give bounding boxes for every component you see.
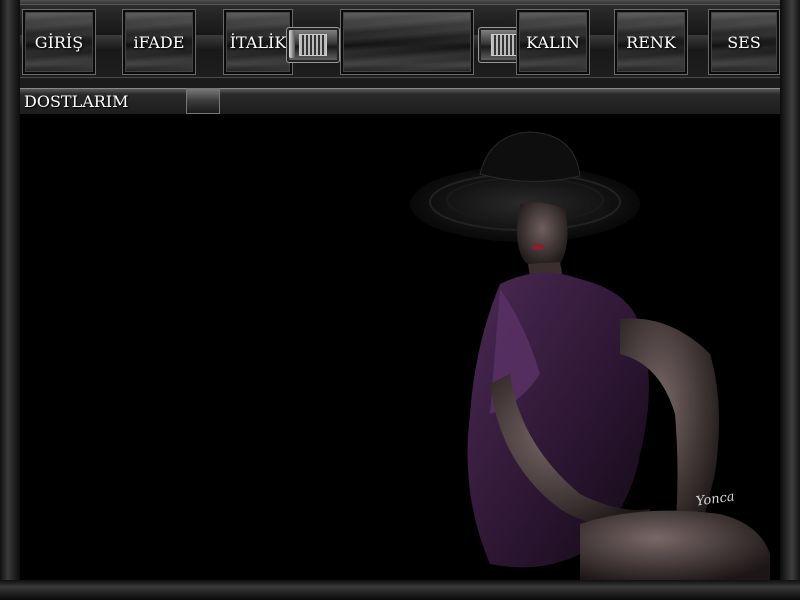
italik-button-label: İTALİK (229, 32, 287, 52)
content-area: Yonca (20, 114, 780, 580)
ifade-button-label: iFADE (133, 32, 185, 52)
frame-right (780, 0, 800, 600)
ifade-button[interactable]: iFADE (122, 9, 196, 75)
section-bar (20, 88, 780, 115)
toolbar: GİRİŞ iFADE İTALİK KALIN RENK SES (20, 4, 780, 78)
giris-button[interactable]: GİRİŞ (22, 9, 96, 75)
woman-in-hat-image (410, 131, 770, 580)
kalin-button[interactable]: KALIN (516, 9, 590, 75)
giris-button-label: GİRİŞ (34, 32, 84, 52)
blank-button[interactable] (340, 9, 474, 75)
italik-button[interactable]: İTALİK (223, 9, 293, 75)
renk-button-label: RENK (626, 32, 676, 52)
buckle-clasp-icon (286, 27, 340, 63)
section-knob-icon (186, 88, 220, 114)
frame-left (0, 0, 20, 600)
section-title: DOSTLARIM (24, 92, 129, 111)
ses-button-label: SES (727, 32, 761, 52)
kalin-button-label: KALIN (526, 32, 580, 52)
renk-button[interactable]: RENK (614, 9, 688, 75)
ses-button[interactable]: SES (708, 9, 780, 75)
frame-bottom (0, 580, 800, 600)
